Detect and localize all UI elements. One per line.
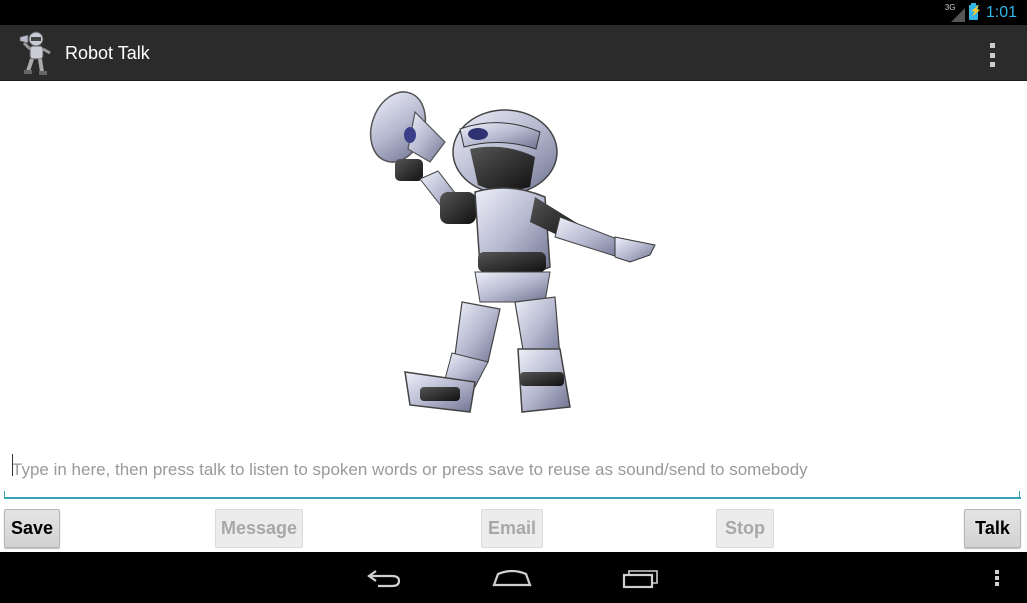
- signal-icon: 3G: [945, 3, 965, 22]
- speech-text-input[interactable]: [4, 443, 1021, 499]
- stop-button[interactable]: Stop: [716, 509, 774, 548]
- save-button[interactable]: Save: [4, 509, 60, 548]
- email-button[interactable]: Email: [481, 509, 543, 548]
- overflow-menu-icon[interactable]: [977, 41, 1007, 69]
- status-icons: 3G ⚡ 1:01: [945, 0, 1017, 25]
- status-bar: 3G ⚡ 1:01: [0, 0, 1027, 25]
- talk-button[interactable]: Talk: [964, 509, 1021, 548]
- main-content: Save Message Email Stop Talk: [0, 81, 1027, 552]
- app-title: Robot Talk: [65, 43, 150, 63]
- status-time: 1:01: [985, 3, 1017, 21]
- text-field-edge-left: [4, 491, 5, 499]
- robot-app-icon[interactable]: [14, 29, 56, 77]
- menu-icon[interactable]: [982, 560, 1012, 596]
- home-icon[interactable]: [482, 560, 542, 596]
- battery-charging-icon: ⚡: [968, 3, 982, 20]
- text-field-edge-right: [1019, 491, 1020, 499]
- message-button[interactable]: Message: [215, 509, 303, 548]
- action-bar: Robot Talk: [0, 25, 1027, 81]
- robot-megaphone-image: [369, 91, 656, 413]
- navigation-bar: [0, 552, 1027, 603]
- recent-apps-icon[interactable]: [611, 560, 671, 596]
- text-cursor: [12, 454, 13, 476]
- back-icon[interactable]: [354, 560, 414, 596]
